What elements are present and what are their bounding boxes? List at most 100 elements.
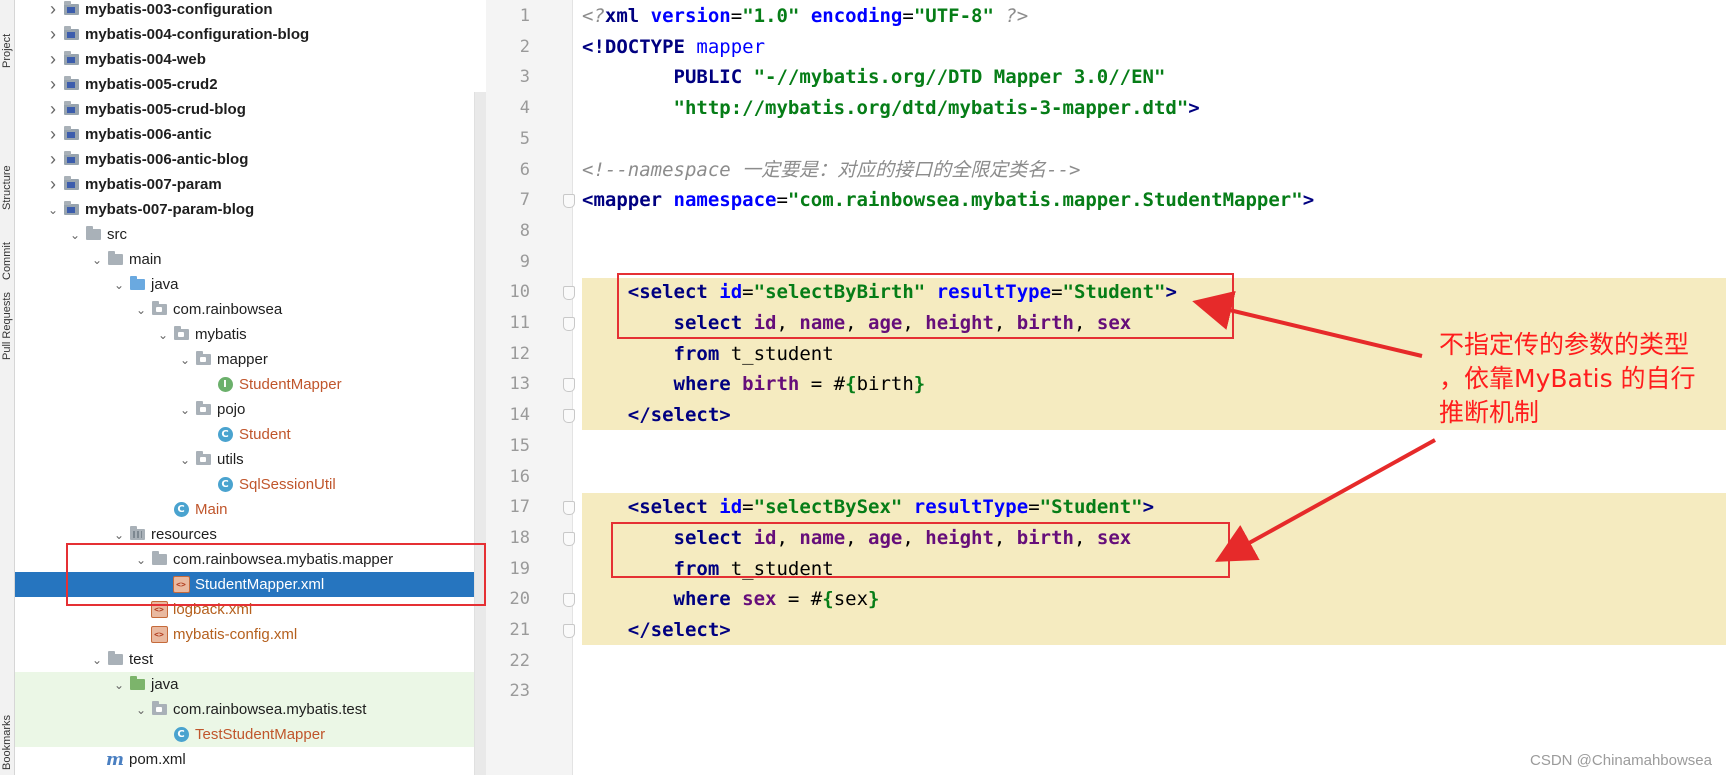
expand-down-icon[interactable]: ⌄ [177,353,193,367]
tree-item[interactable]: ⌄ mapper [15,347,485,372]
expand-down-icon[interactable]: ⌄ [67,228,83,242]
fold-marker-icon[interactable] [563,593,575,608]
expand-down-icon[interactable]: ⌄ [111,528,127,542]
tree-item[interactable]: m pom.xml [15,747,485,772]
fold-marker-icon[interactable] [563,409,575,424]
tree-item-label: mybatis-005-crud2 [85,76,218,93]
tool-window-strip: Project Structure Commit Pull Requests B… [0,0,15,775]
tree-item[interactable]: ⌄ test [15,647,485,672]
expand-down-icon[interactable]: ⌄ [45,203,61,217]
line-number: 2 [519,36,530,57]
tree-item-label: Main [195,501,228,518]
package-icon [193,351,213,368]
tree-item[interactable]: ⌄ src [15,222,485,247]
code-token: sex [833,588,869,611]
annotation-line-3: 推断机制 [1439,398,1540,427]
tree-item[interactable]: ⌄ main [15,247,485,272]
tree-item[interactable]: I StudentMapper [15,372,485,397]
expand-right-icon[interactable]: › [45,74,61,95]
tree-item[interactable]: › mybatis-003-configuration [15,0,485,22]
tree-item[interactable]: C SqlSessionUtil [15,472,485,497]
code-token: ?> [993,5,1029,27]
expand-down-icon[interactable]: ⌄ [89,653,105,667]
tree-item[interactable]: C Main [15,497,485,522]
code-line: </select> [582,398,731,432]
module-icon [61,176,81,193]
tree-item[interactable]: ⌄ mybats-007-param-blog [15,197,485,222]
expand-down-icon[interactable]: ⌄ [133,303,149,317]
tree-item-label: mybatis-003-configuration [85,1,273,18]
tree-item[interactable]: › mybatis-006-antic-blog [15,147,485,172]
tree-item-label: pojo [217,401,246,418]
tab-bookmarks[interactable]: Bookmarks [0,690,14,770]
tree-item-label: test [129,651,154,668]
code-line: where sex = #{sex} [582,582,880,616]
expand-down-icon[interactable]: ⌄ [111,278,127,292]
fold-marker-icon[interactable] [563,286,575,301]
expand-right-icon[interactable]: › [45,149,61,170]
fold-marker-icon[interactable] [563,531,575,546]
tree-item[interactable]: › mybatis-005-crud-blog [15,97,485,122]
tree-item[interactable]: › mybatis-007-param [15,172,485,197]
code-line: where birth = #{birth} [582,367,926,401]
fold-marker-icon[interactable] [563,378,575,393]
tree-item[interactable]: ⌄ java [15,272,485,297]
expand-right-icon[interactable]: › [45,0,61,20]
expand-down-icon[interactable]: ⌄ [111,678,127,692]
tree-item[interactable]: C TestStudentMapper [15,722,485,747]
line-number: 12 [509,343,530,364]
tree-item-label: mybatis [195,326,247,343]
code-token: } [913,373,926,396]
tree-item-label: pom.xml [129,751,186,768]
expand-right-icon[interactable]: › [45,124,61,145]
tree-item[interactable]: <> mybatis-config.xml [15,622,485,647]
expand-down-icon[interactable]: ⌄ [133,703,149,717]
line-number: 5 [519,128,530,149]
expand-down-icon[interactable]: ⌄ [155,328,171,342]
fold-marker-icon[interactable] [563,501,575,516]
tab-project[interactable]: Project [0,34,14,68]
line-number: 19 [509,558,530,579]
fold-marker-icon[interactable] [563,194,575,209]
tree-item-label: java [151,276,179,293]
code-token: <mapper [582,189,674,212]
tree-item[interactable]: ⌄ pojo [15,397,485,422]
tree-item[interactable]: › mybatis-006-antic [15,122,485,147]
code-token: "-//mybatis.org//DTD Mapper 3.0//EN" [753,66,1166,89]
fold-marker-icon[interactable] [563,317,575,331]
expand-right-icon[interactable]: › [45,49,61,70]
code-token: > [1142,496,1155,519]
tree-item-label: mybatis-006-antic [85,126,212,143]
tree-item[interactable]: ⌄ utils [15,447,485,472]
code-token: namespace [673,189,777,212]
tree-item[interactable]: C Student [15,422,485,447]
tree-item[interactable]: ⌄ mybatis [15,322,485,347]
expand-down-icon[interactable]: ⌄ [177,403,193,417]
tab-structure[interactable]: Structure [0,132,14,212]
tree-item[interactable]: › mybatis-004-web [15,47,485,72]
line-number: 8 [519,220,530,241]
expand-right-icon[interactable]: › [45,174,61,195]
tree-item[interactable]: › mybatis-004-configuration-blog [15,22,485,47]
class-icon: C [215,427,235,443]
tree-item-label: mybats-007-param-blog [85,201,255,218]
annotation-line-2: ，依靠MyBatis 的自行 [1439,364,1696,393]
tree-item[interactable]: › mybatis-005-crud2 [15,72,485,97]
tree-item[interactable]: ⌄ com.rainbowsea.mybatis.test [15,697,485,722]
expand-right-icon[interactable]: › [45,99,61,120]
tree-item[interactable]: ⌄ java [15,672,485,697]
expand-down-icon[interactable]: ⌄ [177,453,193,467]
tree-item-label: SqlSessionUtil [239,476,336,493]
expand-down-icon[interactable]: ⌄ [89,253,105,267]
expand-right-icon[interactable]: › [45,24,61,45]
code-line: from t_student [582,337,834,371]
code-token: "Student" [1039,496,1143,519]
fold-marker-icon[interactable] [563,624,575,638]
tab-pull-requests[interactable]: Pull Requests [0,260,14,360]
module-icon [61,126,81,143]
line-number: 15 [509,435,530,456]
tree-item[interactable]: ⌄ com.rainbowsea [15,297,485,322]
